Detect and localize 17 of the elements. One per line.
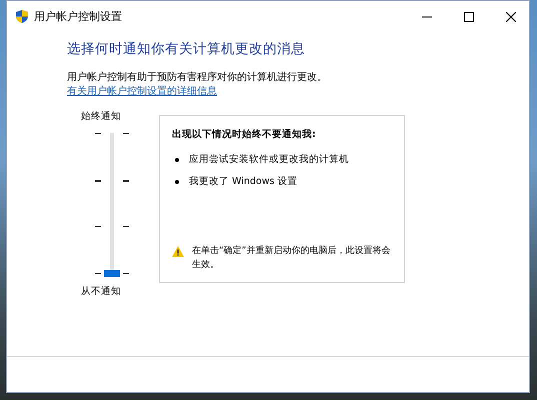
warning-text: 在单击“确定”并重新启动你的电脑后，此设置将会生效。 <box>192 244 392 272</box>
slider-thumb[interactable] <box>104 270 120 277</box>
bullet-text: 应用尝试安装软件或更改我的计算机 <box>189 153 349 166</box>
bullet-text: 我更改了 Windows 设置 <box>189 175 298 188</box>
maximize-icon <box>464 12 474 22</box>
bullet-icon <box>175 158 179 162</box>
slider-top-label: 始终通知 <box>81 110 122 123</box>
page-heading: 选择何时通知你有关计算机更改的消息 <box>67 40 306 58</box>
warning-icon <box>172 246 184 257</box>
shield-icon <box>16 10 28 23</box>
info-title: 出现以下情况时始终不要通知我: <box>172 128 317 141</box>
bullet-icon <box>175 180 179 184</box>
close-icon <box>506 12 516 22</box>
slider-bottom-label: 从不通知 <box>81 285 122 298</box>
window-title: 用户帐户控制设置 <box>34 9 123 24</box>
details-link[interactable]: 有关用户帐户控制设置的详细信息 <box>67 84 217 98</box>
description-text: 用户帐户控制有助于预防有害程序对你的计算机进行更改。 <box>67 70 328 84</box>
